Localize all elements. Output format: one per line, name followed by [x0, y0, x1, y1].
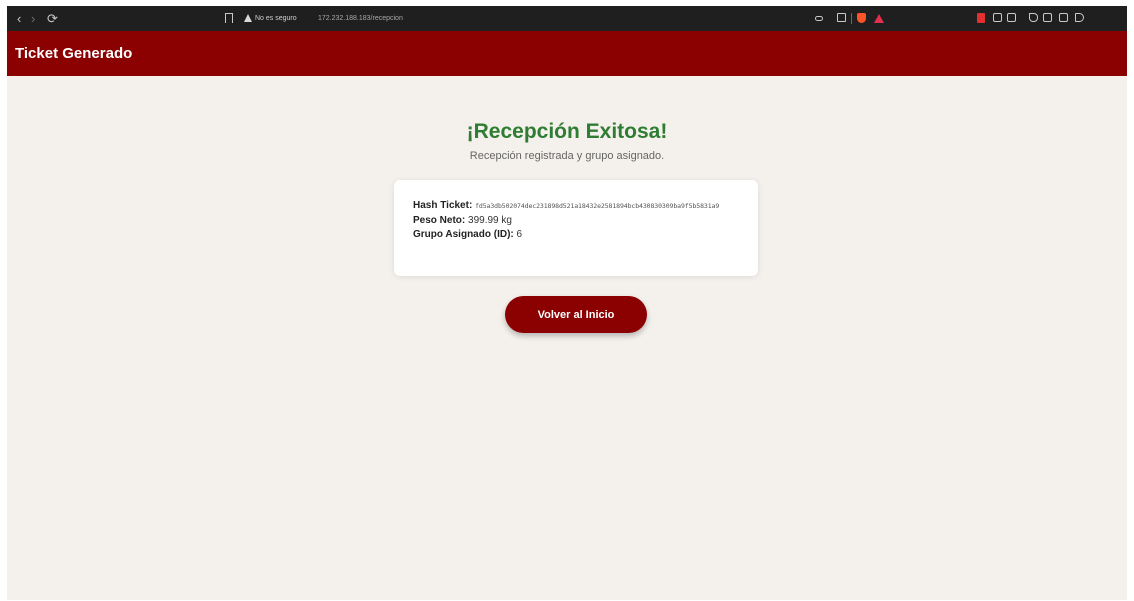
- key-icon[interactable]: [815, 16, 823, 21]
- security-label[interactable]: No es seguro: [255, 6, 297, 31]
- warning-icon[interactable]: [244, 14, 252, 22]
- success-subtitle: Recepción registrada y grupo asignado.: [469, 150, 665, 162]
- brave-shield-icon[interactable]: [857, 13, 866, 23]
- peso-label: Peso Neto:: [413, 215, 466, 226]
- hash-label: Hash Ticket:: [413, 200, 473, 211]
- forward-icon[interactable]: ›: [31, 6, 35, 31]
- browser-toolbar: ‹ › ⟳ No es seguro 172.232.188.183/recep…: [7, 6, 1127, 31]
- toolbar-divider: [851, 13, 852, 24]
- reading-list-icon[interactable]: [1007, 13, 1016, 22]
- bookmark-icon[interactable]: [225, 13, 233, 23]
- leo-icon[interactable]: [1075, 13, 1084, 22]
- success-title: ¡Recepción Exitosa!: [466, 120, 668, 143]
- page-title: Ticket Generado: [15, 45, 133, 62]
- address-bar[interactable]: 172.232.188.183/recepcion: [318, 6, 403, 31]
- brave-rewards-icon[interactable]: [874, 14, 884, 23]
- extension-icon[interactable]: [977, 13, 985, 23]
- peso-row: Peso Neto: 399.99 kg: [413, 214, 741, 227]
- home-button[interactable]: Volver al Inicio: [505, 296, 647, 333]
- peso-value: 399.99 kg: [468, 215, 512, 226]
- media-icon[interactable]: [1029, 13, 1038, 22]
- grupo-row: Grupo Asignado (ID): 6: [413, 228, 741, 241]
- reload-icon[interactable]: ⟳: [47, 6, 58, 31]
- share-icon[interactable]: [837, 13, 846, 22]
- sidebar-icon[interactable]: [1043, 13, 1052, 22]
- grupo-value: 6: [516, 229, 523, 240]
- puzzle-icon[interactable]: [993, 13, 1002, 22]
- back-icon[interactable]: ‹: [17, 6, 21, 31]
- app-frame: ‹ › ⟳ No es seguro 172.232.188.183/recep…: [7, 6, 1127, 600]
- ticket-card: Hash Ticket: fd5a3db502074dec231898d521a…: [394, 180, 758, 276]
- wallet-icon[interactable]: [1059, 13, 1068, 22]
- grupo-label: Grupo Asignado (ID):: [413, 229, 514, 240]
- hash-value: fd5a3db502074dec231898d521a18432e2581894…: [475, 202, 720, 210]
- hash-row: Hash Ticket: fd5a3db502074dec231898d521a…: [413, 199, 741, 213]
- app-header: Ticket Generado: [7, 31, 1127, 76]
